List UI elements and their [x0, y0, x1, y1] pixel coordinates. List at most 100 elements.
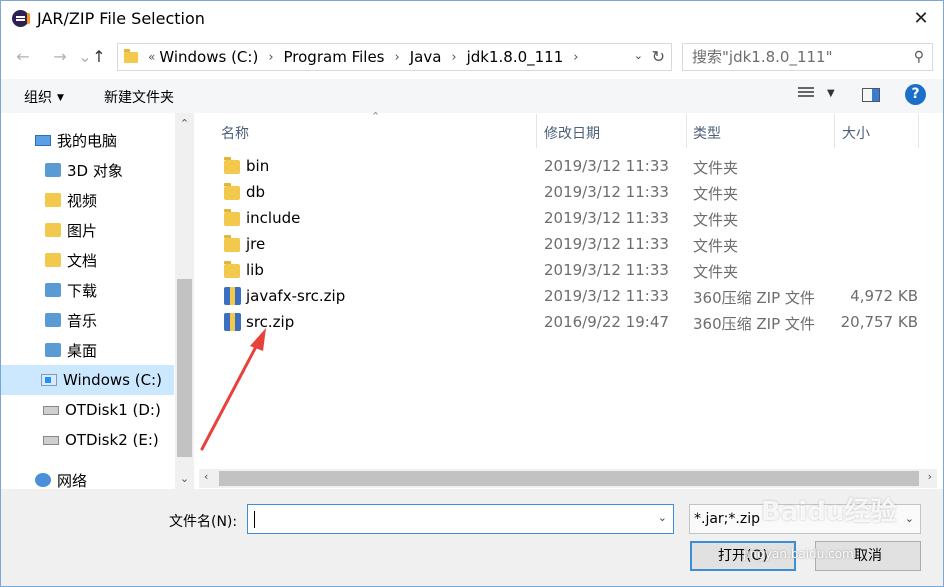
help-icon[interactable]: ? — [905, 84, 926, 105]
crumb-java[interactable]: Java — [410, 48, 442, 66]
file-size: 20,757 KB — [840, 313, 918, 331]
sidebar-item-label: 3D 对象 — [67, 161, 123, 180]
refresh-icon[interactable]: ↻ — [652, 47, 665, 66]
sidebar-item-documents[interactable]: 文档 — [1, 245, 174, 275]
search-icon[interactable]: ⚲ — [914, 44, 924, 70]
scroll-right-icon[interactable]: › — [928, 470, 932, 483]
scroll-up-icon[interactable]: ⌃ — [175, 117, 194, 130]
scrollbar-thumb[interactable] — [177, 279, 192, 457]
network-icon — [35, 473, 51, 487]
sidebar-item-otdisk2[interactable]: OTDisk2 (E:) — [1, 425, 174, 455]
zip-archive-icon — [224, 313, 241, 331]
file-name: db — [246, 183, 266, 201]
filter-value: *.jar;*.zip — [694, 511, 760, 527]
scroll-down-icon[interactable]: ⌄ — [175, 472, 194, 485]
filename-dropdown-icon[interactable]: ⌄ — [658, 511, 667, 524]
overflow-chevron[interactable]: « — [148, 50, 155, 64]
music-icon — [45, 313, 61, 327]
sidebar-item-windows-c[interactable]: Windows (C:) — [1, 365, 174, 395]
column-headers: ⌃ 名称 修改日期 类型 大小 — [208, 110, 936, 148]
caret-down-icon: ▼ — [57, 93, 64, 103]
file-date: 2019/3/12 11:33 — [544, 157, 669, 175]
file-row-include[interactable]: include 2019/3/12 11:33 文件夹 — [208, 206, 936, 232]
filter-dropdown-icon[interactable]: ⌄ — [905, 505, 914, 533]
file-type: 文件夹 — [693, 185, 739, 203]
column-name[interactable]: 名称 — [221, 123, 249, 143]
file-date: 2019/3/12 11:33 — [544, 209, 669, 227]
documents-icon — [45, 253, 61, 267]
crumb-drive[interactable]: Windows (C:) — [159, 48, 258, 66]
watermark-url: jingyan.baidu.com — [743, 547, 854, 561]
file-row-javafx-src-zip[interactable]: javafx-src.zip 2019/3/12 11:33 360压缩 ZIP… — [208, 284, 936, 310]
file-name: src.zip — [246, 313, 295, 331]
sidebar-item-label: 桌面 — [67, 341, 98, 360]
sidebar-item-label: 音乐 — [67, 311, 98, 330]
sidebar-item-music[interactable]: 音乐 — [1, 305, 174, 335]
scrollbar-thumb[interactable] — [219, 471, 919, 486]
sidebar-item-downloads[interactable]: 下载 — [1, 275, 174, 305]
zip-archive-icon — [224, 287, 241, 305]
file-name: bin — [246, 157, 270, 175]
folder-icon — [124, 48, 138, 63]
search-input[interactable]: 搜索"jdk1.8.0_111" ⚲ — [682, 43, 933, 71]
sidebar-item-label: 下载 — [67, 281, 98, 300]
3d-objects-icon — [45, 163, 61, 177]
file-type: 文件夹 — [693, 237, 739, 255]
sidebar-item-otdisk1[interactable]: OTDisk1 (D:) — [1, 395, 174, 425]
back-button[interactable]: ← — [12, 45, 34, 69]
sidebar-item-3d-objects[interactable]: 3D 对象 — [1, 155, 174, 185]
preview-pane-icon[interactable] — [862, 88, 880, 102]
column-size[interactable]: 大小 — [842, 123, 870, 143]
chevron-right-icon[interactable]: › — [395, 50, 400, 65]
sidebar-item-label: 我的电脑 — [57, 131, 118, 150]
sidebar-item-label: OTDisk1 (D:) — [65, 401, 161, 419]
sidebar-item-label: 网络 — [57, 471, 88, 490]
file-row-jre[interactable]: jre 2019/3/12 11:33 文件夹 — [208, 232, 936, 258]
file-row-db[interactable]: db 2019/3/12 11:33 文件夹 — [208, 180, 936, 206]
sidebar-item-pictures[interactable]: 图片 — [1, 215, 174, 245]
pictures-icon — [45, 223, 61, 237]
file-row-bin[interactable]: bin 2019/3/12 11:33 文件夹 — [208, 154, 936, 180]
close-button[interactable]: ✕ — [909, 7, 933, 31]
file-type: 360压缩 ZIP 文件 — [693, 289, 815, 307]
file-row-src-zip[interactable]: src.zip 2016/9/22 19:47 360压缩 ZIP 文件 20,… — [208, 310, 936, 336]
file-date: 2016/9/22 19:47 — [544, 313, 669, 331]
sidebar-item-label: 视频 — [67, 191, 98, 210]
text-cursor — [254, 511, 255, 528]
address-dropdown-icon[interactable]: ⌄ — [634, 49, 643, 62]
crumb-jdk[interactable]: jdk1.8.0_111 — [467, 48, 564, 66]
up-button[interactable]: ↑ — [88, 45, 110, 69]
organize-menu[interactable]: 组织 ▼ — [24, 87, 64, 107]
chevron-right-icon[interactable]: › — [451, 50, 456, 65]
forward-button[interactable]: → — [49, 45, 71, 69]
view-details-icon[interactable] — [798, 87, 814, 101]
folder-icon — [224, 209, 240, 226]
watermark-logo: Baidu经验 — [761, 497, 897, 527]
file-size: 4,972 KB — [850, 287, 918, 305]
drive-icon — [43, 435, 59, 445]
file-type: 文件夹 — [693, 263, 739, 281]
crumb-program-files[interactable]: Program Files — [284, 48, 385, 66]
file-row-lib[interactable]: lib 2019/3/12 11:33 文件夹 — [208, 258, 936, 284]
column-type[interactable]: 类型 — [693, 123, 721, 143]
horizontal-scrollbar[interactable]: ‹ › — [199, 469, 937, 488]
file-date: 2019/3/12 11:33 — [544, 235, 669, 253]
chevron-right-icon[interactable]: › — [573, 50, 578, 65]
address-bar[interactable]: « Windows (C:) › Program Files › Java › … — [117, 43, 672, 71]
sidebar-item-videos[interactable]: 视频 — [1, 185, 174, 215]
column-divider[interactable] — [686, 114, 687, 148]
filename-field[interactable]: ⌄ — [247, 504, 674, 534]
view-options-caret-icon[interactable]: ▼ — [827, 88, 835, 99]
sidebar-item-this-pc[interactable]: 我的电脑 — [1, 125, 174, 155]
column-date[interactable]: 修改日期 — [544, 123, 600, 143]
scroll-left-icon[interactable]: ‹ — [204, 470, 208, 483]
new-folder-button[interactable]: 新建文件夹 — [104, 87, 174, 107]
column-divider[interactable] — [536, 114, 537, 148]
chevron-right-icon[interactable]: › — [268, 50, 273, 65]
videos-icon — [45, 193, 61, 207]
column-divider[interactable] — [918, 114, 919, 148]
navigation-pane: 我的电脑 3D 对象 视频 图片 文档 下载 音乐 桌面 Windows (C:… — [1, 113, 194, 490]
column-divider[interactable] — [834, 114, 835, 148]
nav-scrollbar[interactable]: ⌃ ⌄ — [175, 113, 194, 489]
sidebar-item-desktop[interactable]: 桌面 — [1, 335, 174, 365]
